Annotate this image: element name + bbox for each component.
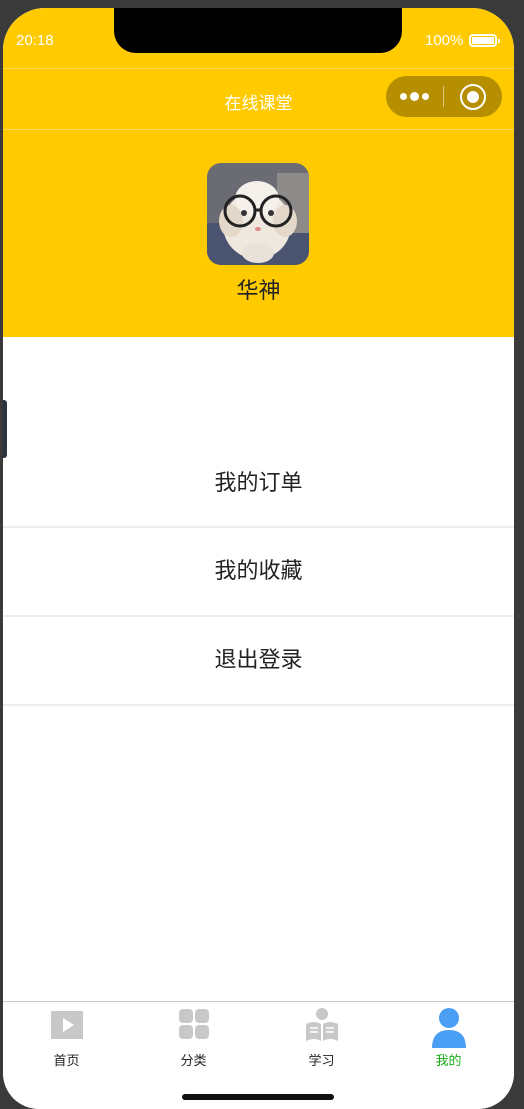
study-icon <box>306 1008 338 1041</box>
profile-menu: 我的订单 我的收藏 退出登录 <box>3 441 514 706</box>
tab-mine[interactable]: 我的 <box>385 1002 512 1072</box>
tab-category[interactable]: 分类 <box>130 1002 257 1072</box>
phone-frame: 20:18 100% 在线课堂 华神 我的订单 我的收藏 退出登录 首页 分类 … <box>3 8 514 1109</box>
close-target-icon[interactable] <box>460 84 486 110</box>
logout-item[interactable]: 退出登录 <box>3 617 514 706</box>
category-icon <box>179 1009 209 1039</box>
play-icon <box>51 1011 83 1039</box>
my-orders-item[interactable]: 我的订单 <box>3 441 514 528</box>
notch <box>114 8 402 53</box>
tab-home-label: 首页 <box>53 1054 80 1069</box>
tab-study[interactable]: 学习 <box>258 1002 385 1072</box>
tab-bar: 首页 分类 学习 我的 <box>3 1001 514 1109</box>
mini-program-capsule <box>386 76 502 117</box>
tab-mine-label: 我的 <box>435 1054 462 1069</box>
nav-bar: 在线课堂 <box>3 69 514 130</box>
status-time: 20:18 <box>16 32 54 49</box>
tab-study-label: 学习 <box>308 1054 335 1069</box>
profile-header: 20:18 100% 在线课堂 华神 <box>3 8 514 337</box>
home-indicator <box>182 1094 334 1100</box>
avatar[interactable] <box>207 163 309 265</box>
more-icon[interactable] <box>400 90 434 103</box>
tab-category-label: 分类 <box>180 1054 207 1069</box>
username: 华神 <box>236 279 281 304</box>
battery-icon <box>469 34 500 47</box>
status-bar: 20:18 100% <box>3 8 514 69</box>
capsule-divider <box>443 86 444 107</box>
battery-percent: 100% <box>425 32 464 49</box>
user-icon <box>432 1008 466 1048</box>
my-favorites-item[interactable]: 我的收藏 <box>3 528 514 617</box>
tab-home[interactable]: 首页 <box>3 1002 130 1072</box>
